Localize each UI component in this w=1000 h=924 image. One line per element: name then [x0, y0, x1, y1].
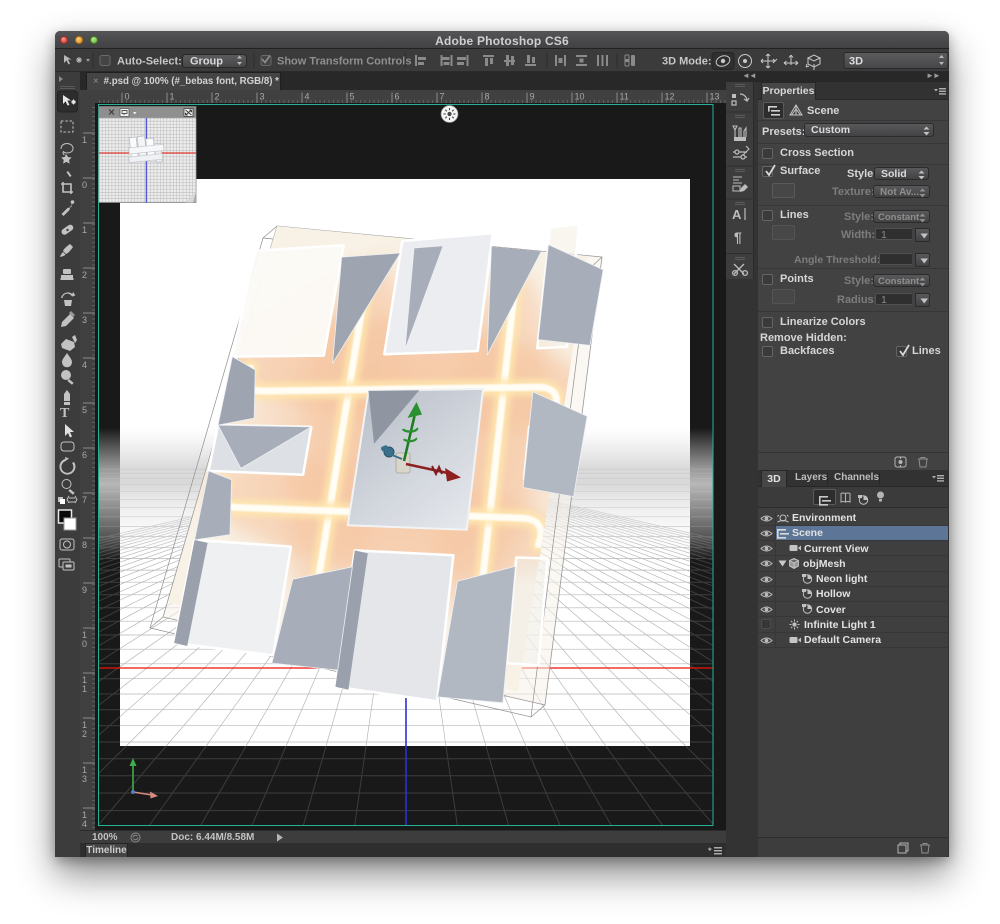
- svg-text:6: 6: [395, 92, 400, 102]
- svg-text:5: 5: [350, 92, 355, 102]
- svg-text:7: 7: [82, 495, 87, 505]
- svg-text:12: 12: [665, 92, 675, 102]
- svg-text:0: 0: [125, 92, 130, 102]
- svg-text:2: 2: [82, 729, 87, 739]
- svg-text:4: 4: [305, 92, 310, 102]
- svg-text:A: A: [732, 207, 742, 222]
- svg-text:4: 4: [82, 360, 87, 370]
- svg-text:¶: ¶: [734, 229, 742, 245]
- svg-text:1: 1: [82, 225, 87, 235]
- svg-text:T: T: [60, 406, 70, 421]
- svg-text:9: 9: [530, 92, 535, 102]
- svg-text:7: 7: [440, 92, 445, 102]
- svg-text:8: 8: [82, 540, 87, 550]
- svg-text:Show Transform Controls: Show Transform Controls: [277, 56, 411, 68]
- svg-text:0: 0: [82, 639, 87, 649]
- svg-text:6: 6: [82, 450, 87, 460]
- svg-text:4: 4: [82, 819, 87, 829]
- svg-text:10: 10: [575, 92, 585, 102]
- svg-text:3D Mode:: 3D Mode:: [662, 56, 712, 68]
- svg-text:11: 11: [620, 92, 629, 102]
- svg-text:13: 13: [710, 92, 720, 102]
- svg-text:3: 3: [260, 92, 265, 102]
- svg-text:Auto-Select:: Auto-Select:: [117, 56, 182, 68]
- svg-text:3: 3: [82, 774, 87, 784]
- svg-text:5: 5: [82, 405, 87, 415]
- svg-text:1: 1: [170, 92, 175, 102]
- svg-text:3D: 3D: [849, 56, 863, 68]
- svg-text:8: 8: [485, 92, 490, 102]
- svg-text:1: 1: [82, 684, 87, 694]
- svg-text:0: 0: [82, 180, 87, 190]
- svg-text:9: 9: [82, 585, 87, 595]
- svg-text:2: 2: [215, 92, 220, 102]
- svg-text:Group: Group: [190, 56, 223, 68]
- svg-text:1: 1: [82, 135, 87, 145]
- svg-text:2: 2: [82, 270, 87, 280]
- svg-text:3: 3: [82, 315, 87, 325]
